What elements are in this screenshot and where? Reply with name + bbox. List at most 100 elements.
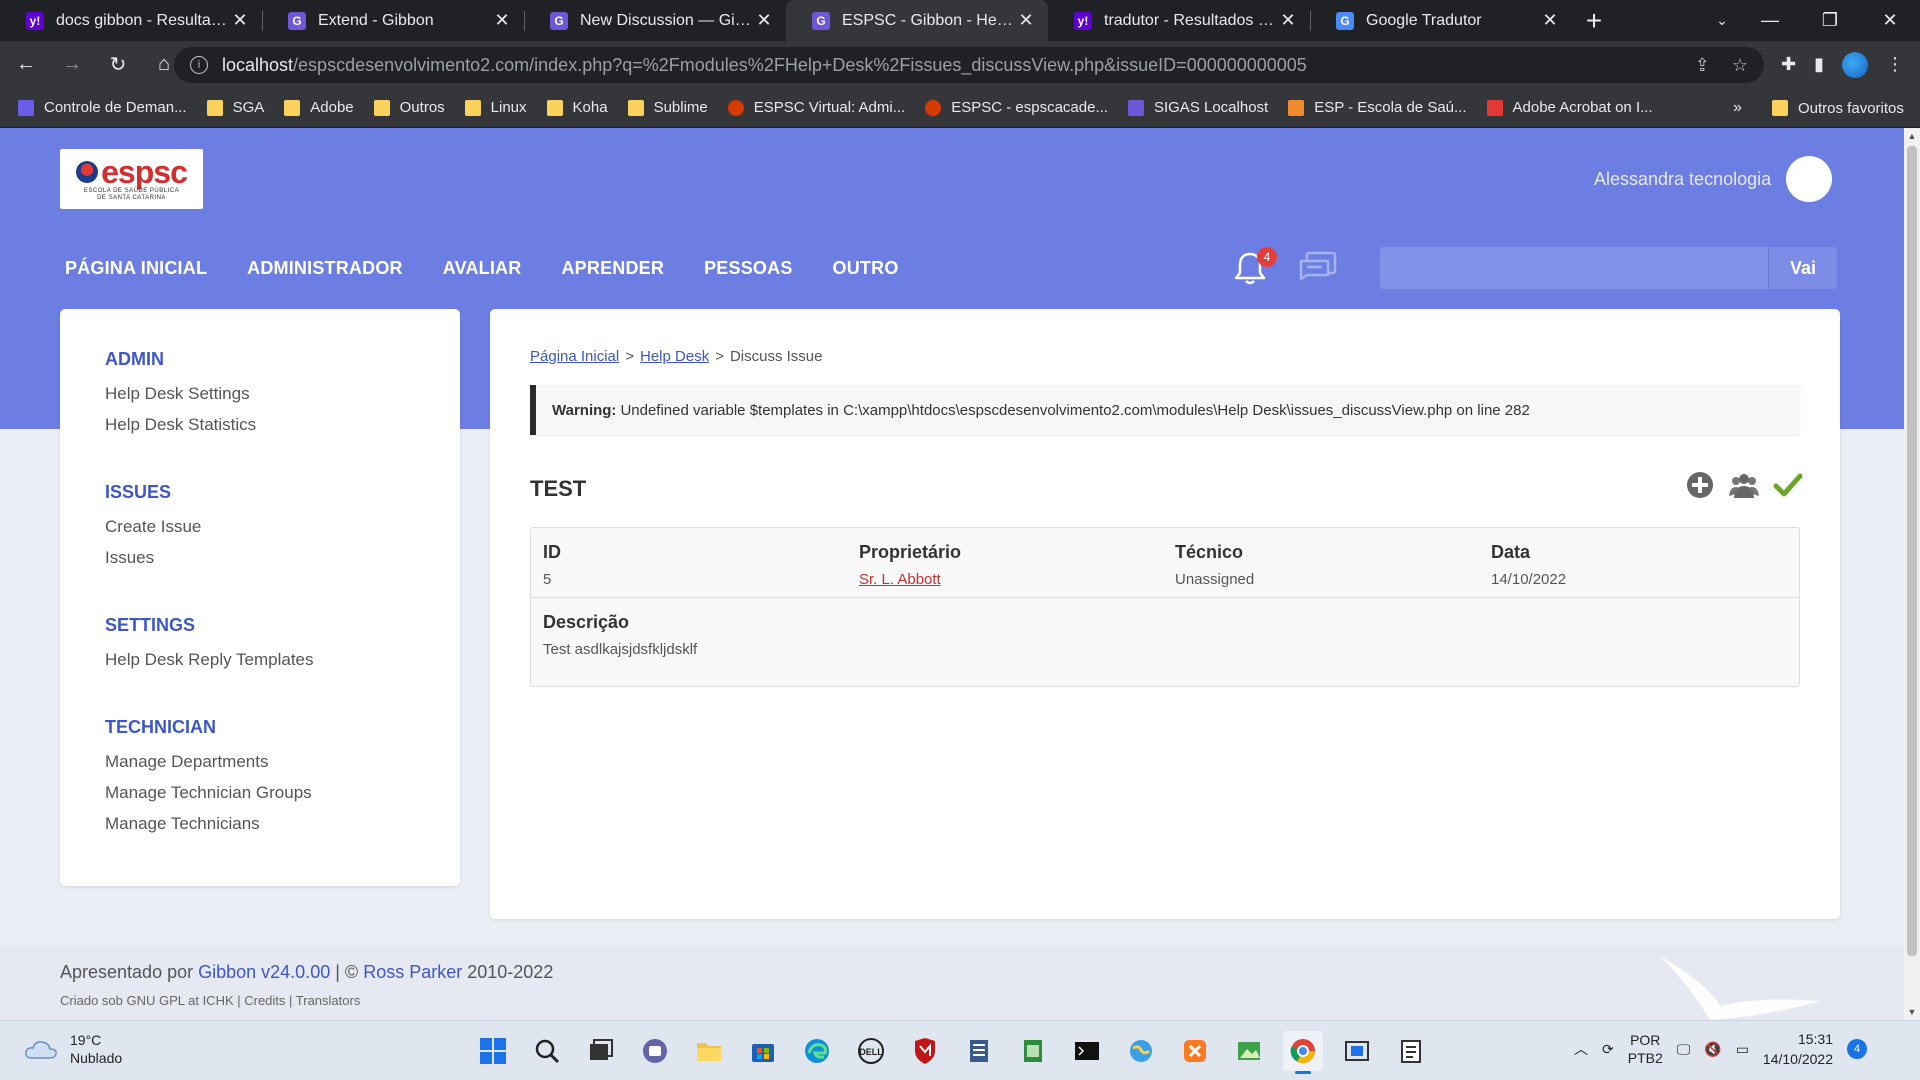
- spreadsheet-app-icon[interactable]: [1013, 1031, 1053, 1071]
- extensions-puzzle-icon[interactable]: ✚: [1781, 54, 1796, 75]
- nav-outro[interactable]: OUTRO: [833, 258, 899, 279]
- gibbon-link[interactable]: Gibbon v24.0.00: [198, 962, 330, 982]
- nav-administrador[interactable]: ADMINISTRADOR: [247, 258, 403, 279]
- nav-pagina-inicial[interactable]: PÁGINA INICIAL: [65, 258, 207, 279]
- new-tab-button[interactable]: +: [1572, 0, 1616, 41]
- windows-start-icon[interactable]: [473, 1031, 513, 1071]
- site-info-icon[interactable]: i: [190, 56, 208, 74]
- side-panel-icon[interactable]: ▮: [1814, 54, 1824, 75]
- bookmark-item[interactable]: Controle de Deman...: [18, 99, 187, 116]
- minimize-icon[interactable]: —: [1740, 0, 1800, 41]
- bookmark-item[interactable]: ESPSC - espscacade...: [925, 99, 1108, 116]
- store-icon[interactable]: [743, 1031, 783, 1071]
- browser-tab-3[interactable]: G New Discussion — Gibbon Forums✕: [524, 0, 786, 41]
- add-circle-icon[interactable]: [1685, 470, 1715, 500]
- nav-avaliar[interactable]: AVALIAR: [443, 258, 522, 279]
- sidebar-item-manage-technicians[interactable]: Manage Technicians: [105, 808, 415, 839]
- resolve-check-icon[interactable]: [1773, 470, 1803, 500]
- page-scrollbar[interactable]: ▲ ▼: [1904, 128, 1920, 1020]
- mcafee-shield-icon[interactable]: [905, 1031, 945, 1071]
- browser-tab-4[interactable]: G ESPSC - Gibbon - Help Desk✕: [786, 0, 1048, 41]
- weather-widget[interactable]: 19°C Nublado: [24, 1031, 122, 1067]
- sync-icon[interactable]: ⟳: [1602, 1041, 1614, 1058]
- notification-count-badge[interactable]: 4: [1847, 1039, 1867, 1059]
- site-logo[interactable]: espsc ESCOLA DE SAÚDE PÚBLICA DE SANTA C…: [60, 149, 203, 209]
- nav-pessoas[interactable]: PESSOAS: [704, 258, 792, 279]
- task-view-icon[interactable]: [581, 1031, 621, 1071]
- breadcrumb-home-link[interactable]: Página Inicial: [530, 348, 619, 365]
- bookmark-item[interactable]: Koha: [546, 99, 608, 116]
- tab-search-chevron-icon[interactable]: ⌄: [1702, 0, 1742, 41]
- xampp-icon[interactable]: [1175, 1031, 1215, 1071]
- address-bar[interactable]: i localhost/espscdesenvolvimento2.com/in…: [174, 47, 1764, 83]
- sidebar-item-issues[interactable]: Issues: [105, 542, 415, 573]
- bookmark-item[interactable]: SIGAS Localhost: [1127, 99, 1268, 116]
- network-globe-icon[interactable]: [1121, 1031, 1161, 1071]
- bookmark-item[interactable]: ESPSC Virtual: Admi...: [727, 99, 905, 116]
- user-avatar[interactable]: [1786, 156, 1832, 202]
- nav-aprender[interactable]: APRENDER: [561, 258, 664, 279]
- tab-close-icon[interactable]: ✕: [1278, 10, 1298, 31]
- edge-browser-icon[interactable]: [797, 1031, 837, 1071]
- browser-tab-1[interactable]: y! docs gibbon - Resultados da busca✕: [0, 0, 262, 41]
- back-arrow-icon[interactable]: ←: [6, 45, 46, 85]
- search-input[interactable]: [1380, 247, 1768, 289]
- volume-muted-icon[interactable]: 🔇: [1704, 1041, 1721, 1058]
- teams-chat-icon[interactable]: [635, 1031, 675, 1071]
- sidebar-item-reply-templates[interactable]: Help Desk Reply Templates: [105, 644, 415, 675]
- language-indicator[interactable]: POR PTB2: [1628, 1031, 1663, 1067]
- tray-overflow-chevron-icon[interactable]: ︿: [1574, 1039, 1588, 1059]
- tab-close-icon[interactable]: ✕: [492, 10, 512, 31]
- bookmark-item[interactable]: ESP - Escola de Saú...: [1288, 99, 1467, 116]
- close-window-icon[interactable]: ✕: [1860, 0, 1920, 41]
- image-editor-icon[interactable]: [1229, 1031, 1269, 1071]
- search-icon[interactable]: [527, 1031, 567, 1071]
- tab-close-icon[interactable]: ✕: [1540, 10, 1560, 31]
- browser-tab-6[interactable]: G Google Tradutor ✕: [1310, 0, 1572, 41]
- bookmark-star-icon[interactable]: ☆: [1732, 55, 1748, 76]
- browser-tab-2[interactable]: G Extend - Gibbon ✕: [262, 0, 524, 41]
- bookmark-item[interactable]: Adobe: [284, 99, 354, 116]
- forward-arrow-icon[interactable]: →: [52, 45, 92, 85]
- bookmark-item[interactable]: Linux: [464, 99, 527, 116]
- share-icon[interactable]: ⇪: [1695, 55, 1710, 76]
- browser-tab-5[interactable]: y! tradutor - Resultados da busca✕: [1048, 0, 1310, 41]
- bookmark-item[interactable]: SGA: [206, 99, 264, 116]
- owner-link[interactable]: Sr. L. Abbott: [859, 571, 941, 588]
- scroll-up-arrow-icon[interactable]: ▲: [1904, 128, 1920, 144]
- clipboard-notes-icon[interactable]: [1391, 1031, 1431, 1071]
- other-bookmarks[interactable]: Outros favoritos: [1772, 88, 1904, 128]
- bookmark-item[interactable]: Outros: [373, 99, 445, 116]
- tab-close-icon[interactable]: ✕: [1016, 10, 1036, 31]
- messages-icon[interactable]: [1298, 249, 1338, 287]
- scroll-down-arrow-icon[interactable]: ▼: [1904, 1004, 1920, 1020]
- sidebar-item-manage-technician-groups[interactable]: Manage Technician Groups: [105, 777, 415, 808]
- bookmark-item[interactable]: Sublime: [627, 99, 708, 116]
- document-app-icon[interactable]: [959, 1031, 999, 1071]
- system-clock[interactable]: 15:31 14/10/2022: [1763, 1029, 1833, 1069]
- battery-icon[interactable]: ▭: [1736, 1041, 1749, 1058]
- users-group-icon[interactable]: [1727, 470, 1761, 500]
- tab-close-icon[interactable]: ✕: [230, 10, 250, 31]
- search-go-button[interactable]: Vai: [1768, 247, 1837, 289]
- network-monitor-icon[interactable]: 🖵: [1677, 1041, 1691, 1058]
- profile-avatar-icon[interactable]: [1842, 51, 1868, 78]
- bookmark-item[interactable]: Adobe Acrobat on I...: [1486, 99, 1653, 116]
- file-explorer-icon[interactable]: [689, 1031, 729, 1071]
- author-link[interactable]: Ross Parker: [363, 962, 462, 982]
- chrome-menu-icon[interactable]: ⋮: [1886, 54, 1904, 75]
- tab-close-icon[interactable]: ✕: [754, 10, 774, 31]
- sidebar-item-create-issue[interactable]: Create Issue: [105, 511, 415, 542]
- breadcrumb-help-desk-link[interactable]: Help Desk: [640, 348, 709, 365]
- reload-icon[interactable]: ↻: [98, 45, 138, 85]
- bookmarks-more-button[interactable]: »: [1733, 88, 1742, 128]
- restore-icon[interactable]: ❐: [1800, 0, 1860, 41]
- dell-icon[interactable]: DELL: [851, 1031, 891, 1071]
- scroll-thumb[interactable]: [1907, 146, 1917, 956]
- terminal-icon[interactable]: [1067, 1031, 1107, 1071]
- sidebar-item-help-desk-statistics[interactable]: Help Desk Statistics: [105, 409, 415, 440]
- chrome-browser-icon[interactable]: [1283, 1031, 1323, 1074]
- sidebar-item-help-desk-settings[interactable]: Help Desk Settings: [105, 378, 415, 409]
- user-name[interactable]: Alessandra tecnologia: [1594, 169, 1771, 190]
- window-app-icon[interactable]: [1337, 1031, 1377, 1071]
